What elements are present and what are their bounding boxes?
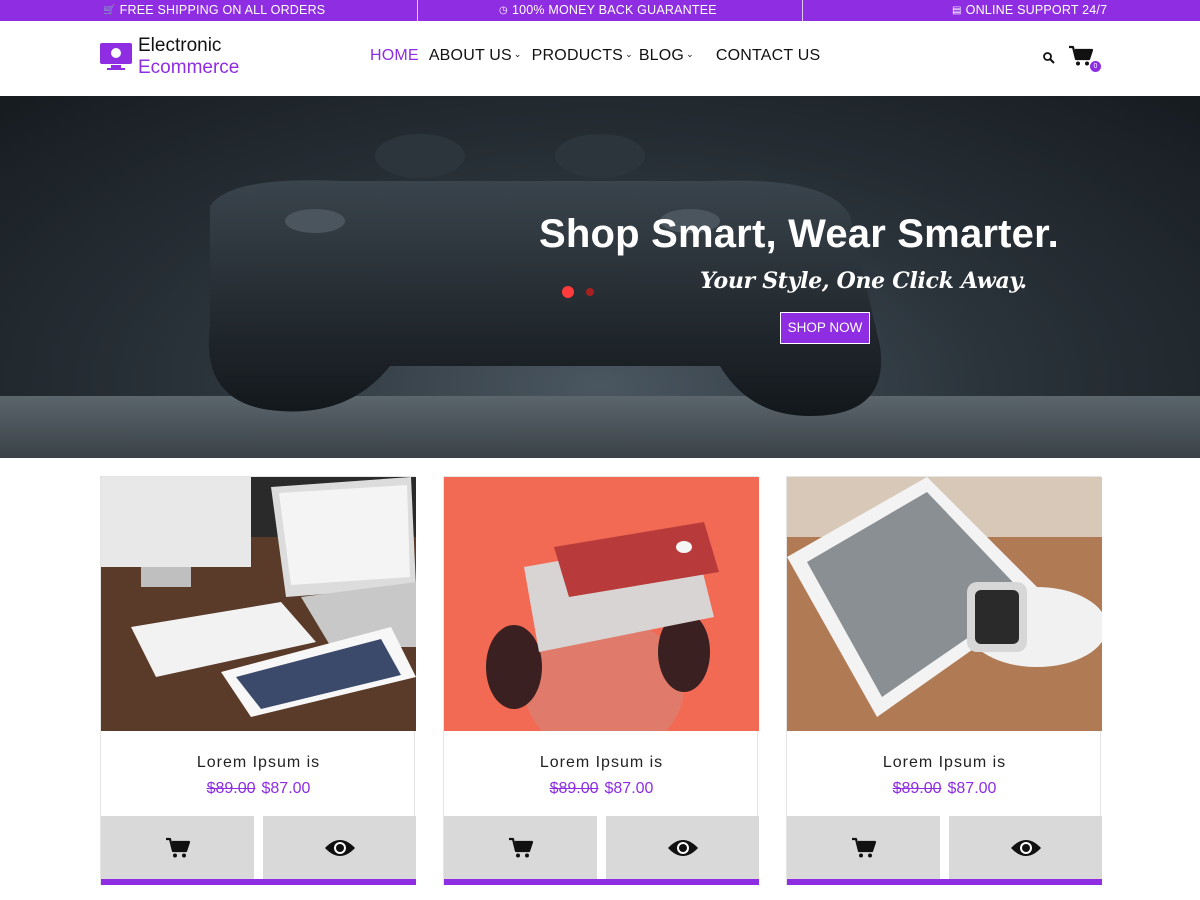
cart-icon (165, 837, 190, 857)
site-logo[interactable]: Electronic Ecommerce (100, 35, 239, 79)
product-name[interactable]: Lorem Ipsum is (787, 754, 1102, 772)
support-icon: ▤ (952, 5, 962, 16)
chevron-down-icon: ⌄ (625, 49, 633, 59)
nav-products[interactable]: PRODUCTS ⌄ (532, 47, 633, 65)
cart-count-badge: 0 (1090, 61, 1101, 72)
quick-view-button[interactable] (263, 816, 416, 879)
guarantee-notice: ◷ 100% MONEY BACK GUARANTEE (499, 0, 717, 21)
support-text: ONLINE SUPPORT 24/7 (965, 3, 1108, 17)
main-nav: HOME ABOUT US ⌄ PRODUCTS ⌄ BLOG ⌄ CONTAC… (370, 47, 830, 65)
hero-banner: Shop Smart, Wear Smarter. Your Style, On… (0, 96, 1200, 458)
cart-icon (851, 837, 876, 857)
product-old-price: $89.00 (206, 780, 256, 797)
card-accent-bar (101, 879, 416, 885)
card-accent-bar (787, 879, 1102, 885)
guarantee-text: 100% MONEY BACK GUARANTEE (511, 3, 717, 17)
product-current-price: $87.00 (604, 780, 654, 797)
product-card: Lorem Ipsum is $89.00 $87.00 (786, 476, 1102, 885)
add-to-cart-button[interactable] (787, 816, 940, 879)
shipping-text: FREE SHIPPING ON ALL ORDERS (119, 3, 326, 17)
hero-title: Shop Smart, Wear Smarter. (539, 212, 1059, 256)
product-current-price: $87.00 (261, 780, 311, 797)
product-price: $89.00 $87.00 (444, 780, 759, 798)
hero-subtitle: Your Style, One Click Away. (700, 268, 1027, 294)
product-image-desk-devices[interactable] (101, 477, 416, 731)
nav-home-label: HOME (370, 47, 419, 64)
product-card: Lorem Ipsum is $89.00 $87.00 (100, 476, 416, 885)
chevron-down-icon: ⌄ (686, 49, 694, 59)
nav-about-us-label: ABOUT US (428, 47, 512, 64)
product-price: $89.00 $87.00 (787, 780, 1102, 798)
logo-line-2: Ecommerce (138, 57, 240, 78)
topbar-divider (802, 0, 803, 21)
shipping-notice: 🛒 FREE SHIPPING ON ALL ORDERS (103, 0, 325, 21)
cart-icon (508, 837, 533, 857)
eye-icon (324, 839, 355, 856)
product-old-price: $89.00 (549, 780, 599, 797)
support-notice: ▤ ONLINE SUPPORT 24/7 (952, 0, 1107, 21)
product-name[interactable]: Lorem Ipsum is (101, 754, 416, 772)
nav-contact-us-label: CONTACT US (715, 47, 821, 64)
site-header: Electronic Ecommerce HOME ABOUT US ⌄ PRO… (0, 21, 1200, 96)
nav-blog[interactable]: BLOG ⌄ (639, 47, 694, 65)
clock-icon: ◷ (499, 5, 508, 16)
add-to-cart-button[interactable] (101, 816, 254, 879)
quick-view-button[interactable] (949, 816, 1102, 879)
shop-now-button[interactable]: SHOP NOW (780, 312, 870, 344)
cart-icon: 🛒 (103, 5, 116, 16)
nav-about-us[interactable]: ABOUT US ⌄ (429, 47, 522, 65)
nav-contact-us[interactable]: CONTACT US (716, 47, 821, 65)
nav-products-label: PRODUCTS (531, 47, 624, 64)
product-price: $89.00 $87.00 (101, 780, 416, 798)
product-name[interactable]: Lorem Ipsum is (444, 754, 759, 772)
nav-home[interactable]: HOME (370, 47, 419, 65)
product-card: Lorem Ipsum is $89.00 $87.00 (443, 476, 759, 885)
search-icon[interactable] (1042, 51, 1056, 65)
quick-view-button[interactable] (606, 816, 759, 879)
product-current-price: $87.00 (947, 780, 997, 797)
product-old-price: $89.00 (892, 780, 942, 797)
product-image-vr-headset[interactable] (444, 477, 759, 731)
top-info-bar: 🛒 FREE SHIPPING ON ALL ORDERS ◷ 100% MON… (0, 0, 1200, 21)
add-to-cart-button[interactable] (444, 816, 597, 879)
eye-icon (667, 839, 698, 856)
card-accent-bar (444, 879, 759, 885)
chevron-down-icon: ⌄ (513, 49, 522, 59)
logo-text: Electronic Ecommerce (138, 35, 239, 79)
logo-monitor-icon (100, 43, 132, 71)
eye-icon (1010, 839, 1041, 856)
topbar-divider (417, 0, 418, 21)
product-image-phone-watch[interactable] (787, 477, 1102, 731)
logo-line-1: Electronic (138, 35, 222, 56)
nav-blog-label: BLOG (638, 47, 685, 64)
